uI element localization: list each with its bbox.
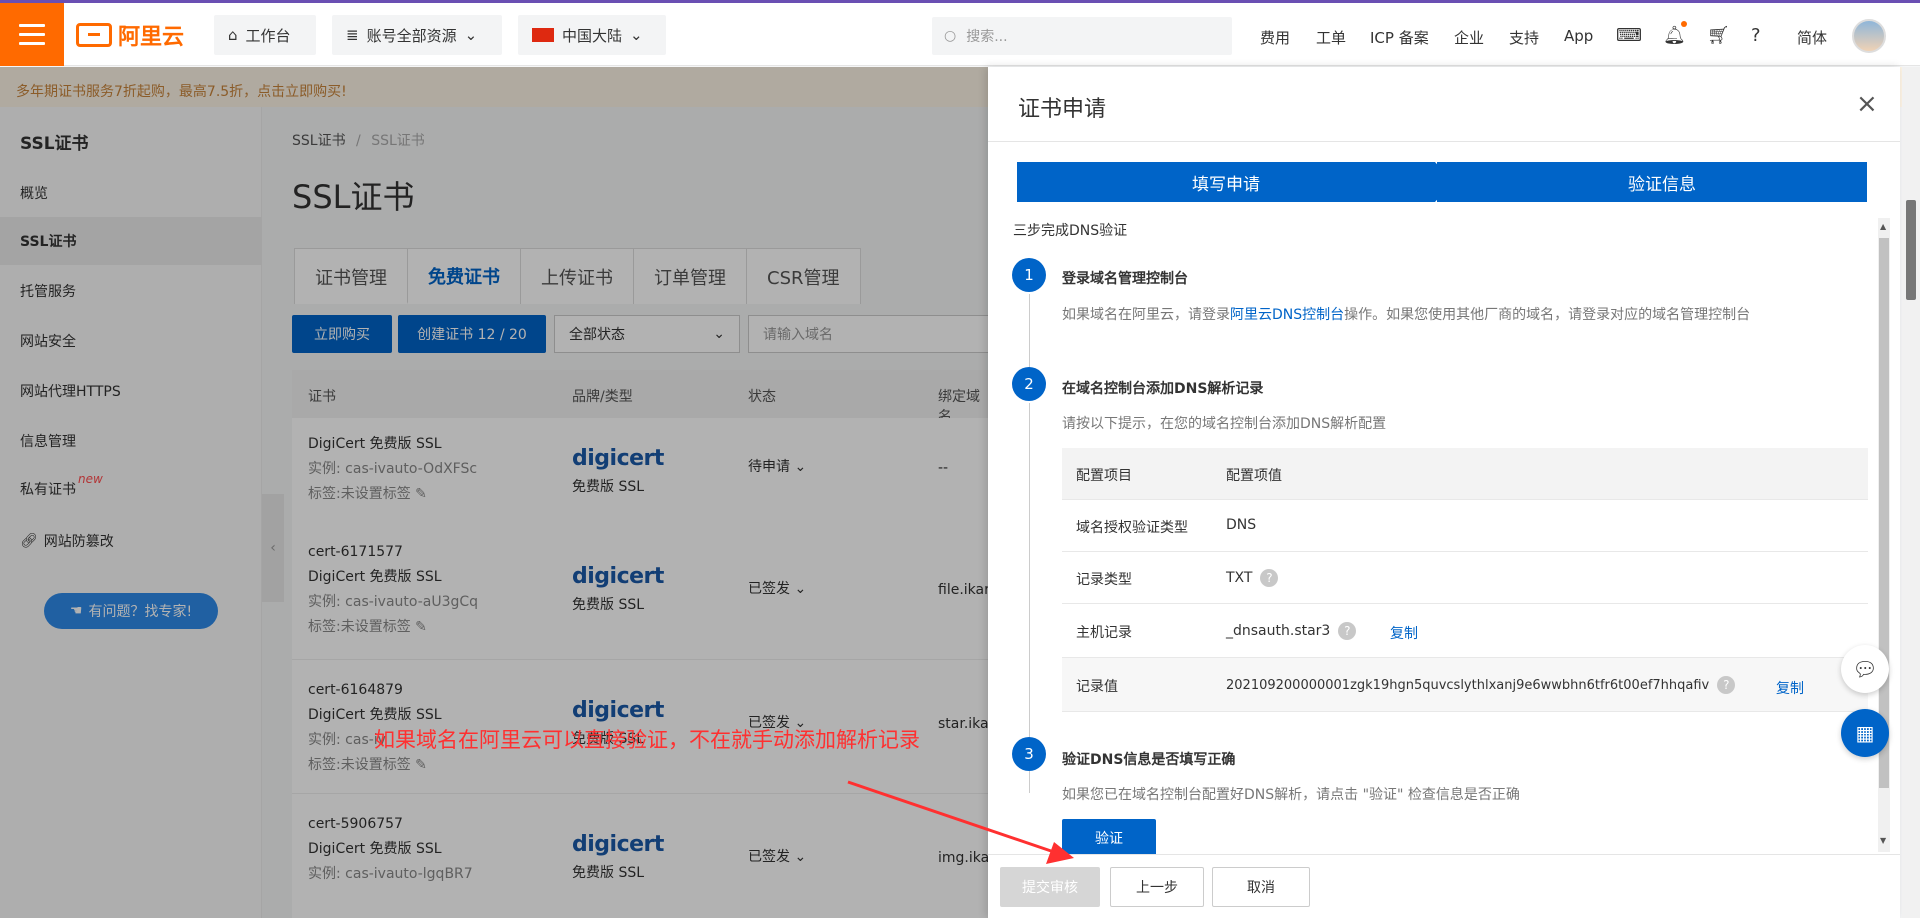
region-dropdown[interactable]: 中国大陆 ⌄ xyxy=(518,15,666,55)
step-3-title: 验证DNS信息是否填写正确 xyxy=(1062,752,1236,768)
logo-text: 阿里云 xyxy=(118,25,185,50)
copy-record-value-button[interactable]: 复制 xyxy=(1776,678,1804,698)
prev-step-button[interactable]: 上一步 xyxy=(1110,867,1204,907)
resources-label: 账号全部资源 xyxy=(366,26,457,45)
nav-enterprise[interactable]: 企业 xyxy=(1454,27,1484,48)
step-connector xyxy=(1029,294,1030,374)
search-icon: ○ xyxy=(944,28,957,44)
config-row: 记录类型 TXT? xyxy=(1062,552,1868,604)
terminal-icon[interactable]: ⌨ xyxy=(1616,25,1642,46)
step-1-desc: 如果域名在阿里云，请登录阿里云DNS控制台操作。如果您使用其他厂商的域名，请登录… xyxy=(1062,304,1750,324)
step-progress: 填写申请 验证信息 xyxy=(1017,162,1867,202)
drawer-divider xyxy=(988,141,1900,142)
top-bar: 阿里云 ⌂ 工作台 ≣ 账号全部资源 ⌄ 中国大陆 ⌄ ○ 搜索... 费用 工单 ICP… xyxy=(0,0,1920,66)
dns-subtitle: 三步完成DNS验证 xyxy=(1013,223,1128,239)
config-header-row: 配置项目 配置项值 xyxy=(1062,448,1868,500)
config-key: 主机记录 xyxy=(1076,625,1132,641)
config-value: TXT xyxy=(1226,570,1253,586)
step-2-title: 在域名控制台添加DNS解析记录 xyxy=(1062,381,1264,397)
cert-apply-drawer: 证书申请 × 填写申请 验证信息 三步完成DNS验证 1 登录域名管理控制台 如… xyxy=(988,67,1900,918)
menu-icon[interactable] xyxy=(0,3,64,66)
china-flag-icon xyxy=(532,28,554,42)
config-value-line: TXT? xyxy=(1226,569,1279,587)
config-header-value: 配置项值 xyxy=(1226,468,1282,484)
notification-dot xyxy=(1681,21,1687,27)
step-3-number: 3 xyxy=(1012,737,1046,771)
config-value: 202109200000001zgk19hgn5quvcslythlxanj9e… xyxy=(1226,678,1710,693)
question-icon[interactable]: ? xyxy=(1260,569,1279,587)
chat-icon[interactable]: 💬︎ xyxy=(1841,645,1889,693)
submit-review-button[interactable]: 提交审核 xyxy=(1000,867,1100,907)
drawer-scroll-thumb[interactable] xyxy=(1879,238,1889,788)
home-icon: ⌂ xyxy=(228,26,238,44)
step-2-desc: 请按以下提示，在您的域名控制台添加DNS解析配置 xyxy=(1062,416,1387,432)
step-2-number: 2 xyxy=(1012,367,1046,401)
chevron-down-icon: ⌄ xyxy=(630,26,643,44)
nav-app[interactable]: App xyxy=(1564,27,1593,45)
resources-dropdown[interactable]: ≣ 账号全部资源 ⌄ xyxy=(332,15,502,55)
avatar[interactable] xyxy=(1852,19,1886,53)
close-icon[interactable]: × xyxy=(1856,89,1878,119)
config-value-line: _dnsauth.star3? xyxy=(1226,622,1357,640)
cart-icon[interactable]: 🛒︎ xyxy=(1707,25,1730,46)
step-1-desc-post: 操作。如果您使用其他厂商的域名，请登录对应的域名管理控制台 xyxy=(1344,307,1751,323)
workbench-button[interactable]: ⌂ 工作台 xyxy=(214,15,316,55)
config-row: 记录值 202109200000001zgk19hgn5quvcslythlxa… xyxy=(1062,658,1868,712)
step-3-desc: 如果您已在域名控制台配置好DNS解析，请点击 "验证" 检查信息是否正确 xyxy=(1062,787,1520,803)
search-placeholder: 搜索... xyxy=(966,29,1008,45)
step-arrow xyxy=(1435,162,1453,202)
step-fill-application: 填写申请 xyxy=(1017,162,1435,202)
region-label: 中国大陆 xyxy=(562,26,623,45)
annotation-arrow-icon xyxy=(847,780,1074,864)
config-value: _dnsauth.star3 xyxy=(1226,623,1331,639)
drawer-title: 证书申请 xyxy=(1018,97,1107,122)
help-icon[interactable]: ? xyxy=(1751,25,1761,46)
config-key: 域名授权验证类型 xyxy=(1076,520,1188,536)
copy-host-record-button[interactable]: 复制 xyxy=(1390,623,1418,643)
grid-icon[interactable]: ▦ xyxy=(1841,709,1889,757)
step-connector xyxy=(1029,403,1030,793)
question-icon[interactable]: ? xyxy=(1717,676,1736,694)
language-switch[interactable]: 简体 xyxy=(1797,27,1827,48)
dns-console-link[interactable]: 阿里云DNS控制台 xyxy=(1230,307,1344,323)
step-1-desc-pre: 如果域名在阿里云，请登录 xyxy=(1062,307,1230,323)
config-key: 记录类型 xyxy=(1076,572,1132,588)
config-row: 主机记录 _dnsauth.star3? 复制 xyxy=(1062,604,1868,658)
drawer-footer: 提交审核 上一步 取消 xyxy=(988,854,1900,918)
search-input[interactable]: ○ 搜索... xyxy=(932,17,1232,55)
chevron-down-icon: ⌄ xyxy=(464,26,478,44)
aliyun-logo[interactable]: 阿里云 xyxy=(76,19,184,51)
config-value: DNS xyxy=(1226,517,1257,533)
config-row: 域名授权验证类型 DNS xyxy=(1062,500,1868,552)
page-scroll-thumb[interactable] xyxy=(1906,200,1916,300)
question-icon[interactable]: ? xyxy=(1338,622,1357,640)
nav-icp[interactable]: ICP 备案 xyxy=(1370,27,1429,48)
config-header-item: 配置项目 xyxy=(1076,468,1132,484)
scroll-up-icon[interactable]: ▲ xyxy=(1880,222,1886,231)
bell-icon[interactable]: 🔔︎ xyxy=(1663,25,1686,46)
annotation-text: 如果域名在阿里云可以直接验证，不在就手动添加解析记录 xyxy=(374,728,920,752)
step-1-number: 1 xyxy=(1012,258,1046,292)
workbench-label: 工作台 xyxy=(245,26,291,45)
nav-tickets[interactable]: 工单 xyxy=(1316,27,1346,48)
config-key: 记录值 xyxy=(1076,679,1118,695)
step-verify-info: 验证信息 xyxy=(1437,162,1867,202)
scroll-down-icon[interactable]: ▼ xyxy=(1880,836,1886,845)
nav-support[interactable]: 支持 xyxy=(1509,27,1539,48)
nav-fees[interactable]: 费用 xyxy=(1260,27,1290,48)
stack-icon: ≣ xyxy=(346,26,359,44)
step-1-title: 登录域名管理控制台 xyxy=(1062,271,1188,287)
cancel-button[interactable]: 取消 xyxy=(1212,867,1310,907)
page-scrollbar[interactable] xyxy=(1902,67,1920,918)
config-value-line: 202109200000001zgk19hgn5quvcslythlxanj9e… xyxy=(1226,676,1736,694)
